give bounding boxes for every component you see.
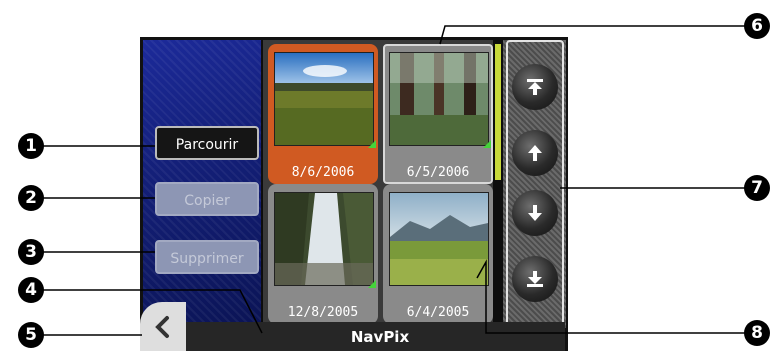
- callout-marker: 3: [18, 239, 44, 265]
- callout-marker: 1: [18, 133, 44, 159]
- callout-marker: 6: [744, 13, 770, 39]
- callout-marker: 4: [18, 277, 44, 303]
- callout-marker: 8: [744, 320, 770, 346]
- callout-marker: 5: [18, 322, 44, 348]
- callout-marker: 2: [18, 185, 44, 211]
- callout-lines: [36, 25, 756, 336]
- callout-marker: 7: [744, 175, 770, 201]
